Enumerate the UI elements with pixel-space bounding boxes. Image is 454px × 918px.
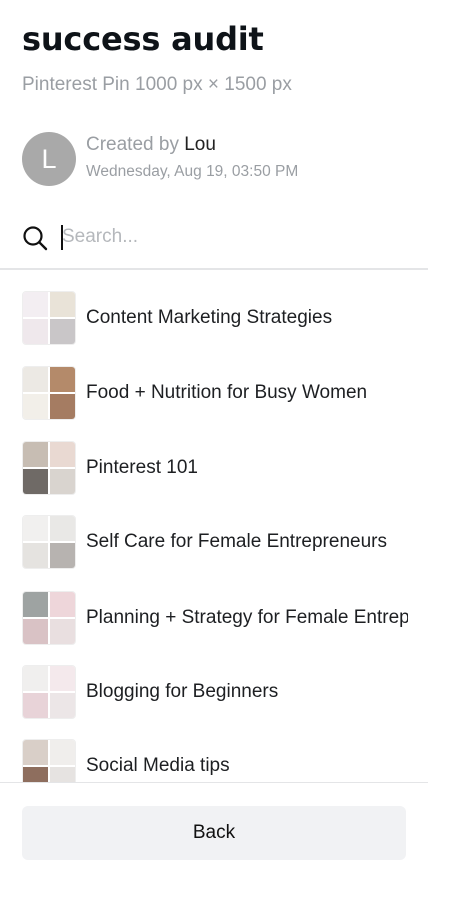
folder-label: Content Marketing Strategies: [86, 307, 333, 328]
folder-label: Food + Nutrition for Busy Women: [86, 382, 368, 403]
folder-thumbnail: [22, 665, 76, 719]
folder-item[interactable]: Blogging for Beginners: [22, 664, 422, 720]
folder-thumbnail: [22, 739, 76, 782]
created-by-prefix: Created by: [86, 134, 179, 155]
design-dimensions: Pinterest Pin 1000 px × 1500 px: [22, 74, 292, 95]
folder-thumbnail: [22, 515, 76, 569]
back-button[interactable]: Back: [22, 806, 406, 860]
text-caret: [61, 225, 63, 250]
search-icon: [23, 226, 48, 251]
folder-item[interactable]: Social Media tips: [22, 738, 422, 782]
author-name: Lou: [184, 134, 216, 155]
avatar: L: [22, 132, 76, 186]
folder-item[interactable]: Planning + Strategy for Female Entrepren…: [22, 590, 422, 646]
folder-list[interactable]: Content Marketing Strategies Food + Nutr…: [0, 270, 428, 782]
folder-thumbnail: [22, 366, 76, 420]
design-title: success audit: [22, 20, 264, 58]
created-date: Wednesday, Aug 19, 03:50 PM: [86, 163, 299, 180]
footer-divider: [0, 782, 428, 783]
folder-item[interactable]: Pinterest 101: [22, 440, 422, 496]
folder-item[interactable]: Content Marketing Strategies: [22, 290, 422, 346]
created-by: Created by Lou: [86, 134, 216, 156]
folder-label: Planning + Strategy for Female Entrepren…: [86, 607, 408, 628]
folder-label: Social Media tips: [86, 755, 230, 776]
folder-label: Blogging for Beginners: [86, 681, 279, 702]
folder-thumbnail: [22, 291, 76, 345]
folder-item[interactable]: Food + Nutrition for Busy Women: [22, 365, 422, 421]
folder-label: Pinterest 101: [86, 457, 198, 478]
folder-label: Self Care for Female Entrepreneurs: [86, 531, 387, 552]
folder-item[interactable]: Self Care for Female Entrepreneurs: [22, 514, 422, 570]
search-input[interactable]: [60, 222, 402, 252]
folder-thumbnail: [22, 441, 76, 495]
folder-thumbnail: [22, 591, 76, 645]
